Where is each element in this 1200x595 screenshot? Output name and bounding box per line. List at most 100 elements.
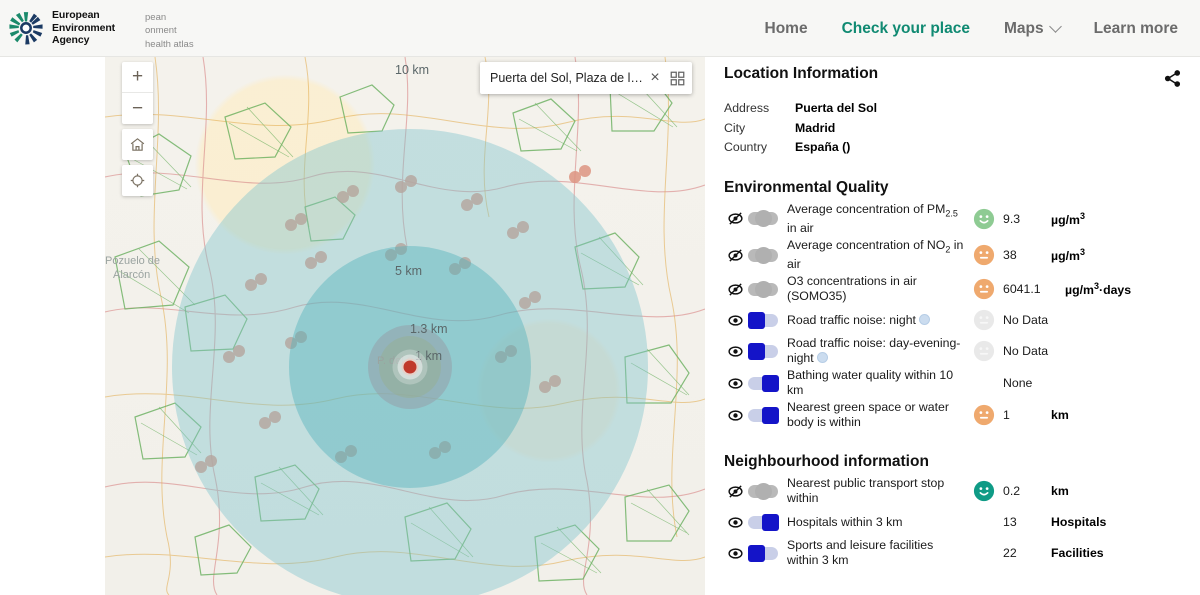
eye-visibility-toggle[interactable] [724, 547, 746, 560]
indicator-unit: µg/m3 [1051, 247, 1085, 263]
neighbourhood-information-list: Nearest public transport stop within 0.2k… [724, 475, 1186, 569]
indicator-label: Sports and leisure facilities within 3 k… [787, 538, 965, 568]
indicator-label: Nearest green space or water body is wit… [787, 400, 965, 430]
eye-off-icon [727, 212, 744, 225]
indicator-label: Bathing water quality within 10 km [787, 368, 965, 398]
indicator-label: Average concentration of PM2.5 in air [787, 202, 965, 236]
indicator-rating-face [965, 480, 1003, 502]
eye-visibility-toggle[interactable] [724, 516, 746, 529]
share-icon [1163, 69, 1182, 88]
nav-item-home[interactable]: Home [765, 20, 808, 38]
indicator-row-bathing-water-quality-within-10-km: Bathing water quality within 10 km None [724, 367, 1186, 399]
eye-visibility-toggle[interactable] [724, 314, 746, 327]
map-locate-button[interactable] [122, 165, 153, 196]
map-search-box[interactable]: Puerta del Sol, Plaza de l… × [480, 62, 692, 94]
indicator-rating-face [965, 244, 1003, 266]
share-button[interactable] [1159, 65, 1186, 97]
indicator-unit: µg/m3·days [1065, 281, 1131, 297]
location-information-header: Location Information [724, 65, 1186, 97]
eye-off-toggle[interactable] [724, 283, 746, 296]
layer-toggle-sports-and-leisure-facilities-within-3-km[interactable] [748, 547, 778, 560]
layer-toggle-nearest-green-space-or-water-body-is-within[interactable] [748, 409, 778, 422]
indicator-unit: Hospitals [1051, 515, 1106, 529]
toggle-knob [755, 210, 772, 227]
environmental-quality-heading: Environmental Quality [724, 179, 1186, 197]
nav-item-maps[interactable]: Maps [1004, 20, 1060, 38]
indicator-label: Nearest public transport stop within [787, 476, 965, 506]
info-icon[interactable] [919, 314, 930, 325]
location-value: Madrid [795, 119, 835, 139]
map-canvas[interactable]: 10 km 5 km 1.3 km 1 km Pozuelo de Alarcó… [105, 57, 705, 595]
eye-icon [727, 314, 744, 327]
eye-icon [727, 345, 744, 358]
toggle-knob [755, 483, 772, 500]
layer-toggle-average-concentration-of-pm2-5-in-air[interactable] [748, 212, 778, 225]
info-panel: Location Information Address Puerta del … [715, 57, 1200, 595]
nav-item-check-your-place-label: Check your place [842, 20, 970, 38]
location-value: España () [795, 138, 850, 158]
toggle-knob [755, 247, 772, 264]
eye-icon [727, 409, 744, 422]
layer-toggle-bathing-water-quality-within-10-km[interactable] [748, 377, 778, 390]
eye-off-icon [727, 249, 744, 262]
rating-face-neutral [973, 404, 995, 426]
indicator-status-text: None [1003, 376, 1032, 390]
toggle-knob [762, 375, 779, 392]
zoom-in-button[interactable]: + [122, 62, 153, 93]
indicator-unit: km [1051, 408, 1069, 422]
layer-toggle-average-concentration-of-no2-in-air[interactable] [748, 249, 778, 262]
indicator-value: 22 [1003, 546, 1051, 560]
eye-off-toggle[interactable] [724, 212, 746, 225]
nav-item-home-label: Home [765, 20, 808, 38]
main-nav: Home Check your place Maps Learn more [765, 0, 1190, 57]
toggle-knob [755, 281, 772, 298]
eye-visibility-toggle[interactable] [724, 409, 746, 422]
map-place-label: Alarcón [113, 269, 150, 281]
nav-item-maps-label: Maps [1004, 20, 1044, 38]
nav-item-check-your-place[interactable]: Check your place [842, 20, 970, 38]
page-title: Location Information [724, 65, 878, 83]
indicator-value: 13 [1003, 515, 1051, 529]
indicator-value: 0.2 [1003, 484, 1051, 498]
location-row-address: Address Puerta del Sol [724, 99, 1186, 119]
zoom-out-button[interactable]: − [122, 93, 153, 124]
eye-visibility-toggle[interactable] [724, 345, 746, 358]
eye-off-toggle[interactable] [724, 249, 746, 262]
location-row-city: City Madrid [724, 119, 1186, 139]
location-key: Country [724, 138, 795, 158]
indicator-row-nearest-green-space-or-water-body-is-within: Nearest green space or water body is wit… [724, 399, 1186, 431]
rating-face-happy [973, 480, 995, 502]
eye-visibility-toggle[interactable] [724, 377, 746, 390]
search-input[interactable]: Puerta del Sol, Plaza de l… [490, 71, 644, 85]
chevron-down-icon [1049, 20, 1062, 33]
map-location-marker[interactable] [402, 359, 419, 376]
layer-toggle-hospitals-within-3-km[interactable] [748, 516, 778, 529]
indicator-value: 9.3 [1003, 212, 1051, 226]
layer-toggle-o3-concentrations-in-air-somo35[interactable] [748, 283, 778, 296]
eea-logo-block[interactable]: European Environment Agency [0, 9, 115, 47]
map-home-button[interactable] [122, 129, 153, 160]
indicator-row-average-concentration-of-pm2-5-in-air: Average concentration of PM2.5 in air 9.3… [724, 201, 1186, 237]
toggle-knob [748, 343, 765, 360]
indicator-unit: km [1051, 484, 1069, 498]
clear-search-icon[interactable]: × [644, 69, 666, 87]
qr-code-icon[interactable] [666, 67, 688, 89]
toggle-knob [748, 545, 765, 562]
layer-toggle-road-traffic-noise-day-evening-night[interactable] [748, 345, 778, 358]
layer-toggle-nearest-public-transport-stop-within[interactable] [748, 485, 778, 498]
eye-off-icon [727, 485, 744, 498]
location-value: Puerta del Sol [795, 99, 877, 119]
nav-item-learn-more[interactable]: Learn more [1094, 20, 1178, 38]
rating-face-nodata [973, 340, 995, 362]
site-header: European Environment Agency pean onment … [0, 0, 1200, 57]
indicator-status-text: No Data [1003, 344, 1048, 358]
toggle-knob [762, 514, 779, 531]
crosshair-icon [129, 172, 146, 189]
map-ring-label-10km: 10 km [395, 63, 429, 77]
layer-toggle-road-traffic-noise-night[interactable] [748, 314, 778, 327]
info-icon[interactable] [817, 352, 828, 363]
location-key: Address [724, 99, 795, 119]
indicator-unit: µg/m3 [1051, 211, 1085, 227]
eye-off-toggle[interactable] [724, 485, 746, 498]
location-row-country: Country España () [724, 138, 1186, 158]
